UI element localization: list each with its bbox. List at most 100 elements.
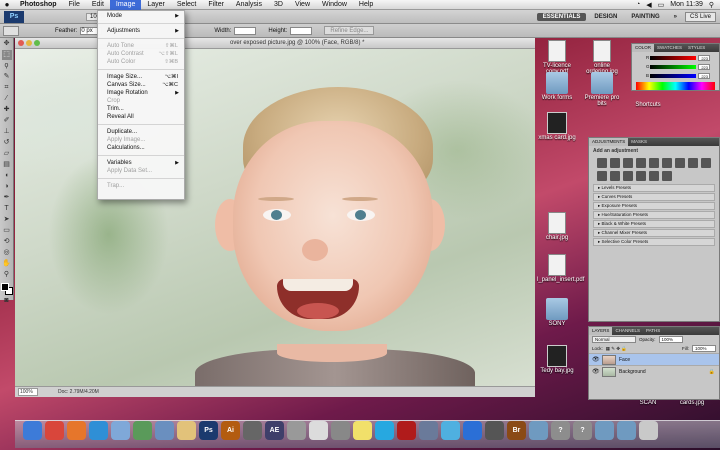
brightness-contrast-icon[interactable] (597, 158, 607, 168)
textedit-icon[interactable] (309, 421, 328, 440)
workspace-essentials-button[interactable]: ESSENTIALS (536, 12, 587, 21)
trash-icon[interactable] (639, 421, 658, 440)
green-slider[interactable] (650, 64, 696, 69)
tab-color[interactable]: COLOR (632, 44, 655, 52)
stack-folder-icon[interactable] (529, 421, 548, 440)
vibrance-icon[interactable] (649, 158, 659, 168)
desktop-file-tedy-bay[interactable]: Tedy bay.jpg (537, 345, 577, 374)
color-swatches[interactable] (0, 283, 13, 295)
fill-field[interactable]: 100% (692, 345, 716, 352)
red-value-field[interactable]: 223 (698, 54, 710, 61)
healing-brush-tool-icon[interactable]: ✚ (2, 105, 12, 115)
desktop-file-panel-insert[interactable]: l_panel_insert.pdf (537, 254, 584, 283)
exposure-icon[interactable] (636, 158, 646, 168)
photo-filter-icon[interactable] (701, 158, 711, 168)
downloads-icon[interactable] (595, 421, 614, 440)
quick-mask-icon[interactable]: ◙ (2, 296, 12, 306)
document-title-bar[interactable]: over exposed picture.jpg @ 100% (Face, R… (15, 38, 535, 49)
threshold-icon[interactable] (636, 171, 646, 181)
tab-paths[interactable]: PATHS (643, 327, 663, 335)
3d-rotate-tool-icon[interactable]: ⟲ (2, 237, 12, 247)
layer-row-background[interactable]: 👁 Background 🔒 (589, 365, 719, 377)
eraser-tool-icon[interactable]: ▱ (2, 149, 12, 159)
visibility-eye-icon[interactable]: 👁 (592, 356, 600, 363)
after-effects-icon[interactable]: AE (265, 421, 284, 440)
refine-edge-button[interactable]: Refine Edge... (324, 26, 375, 35)
iphoto-icon[interactable] (419, 421, 438, 440)
image-menu-item-duplicate[interactable]: Duplicate... (98, 128, 184, 136)
menu-help[interactable]: Help (353, 0, 379, 10)
preset-selective-color[interactable]: Selective Color Presets (593, 238, 715, 246)
levels-icon[interactable] (610, 158, 620, 168)
marquee-tool-icon[interactable]: ⬚ (1, 50, 12, 60)
visibility-eye-icon[interactable]: 👁 (592, 368, 600, 375)
dodge-tool-icon[interactable]: ◑ (2, 182, 12, 192)
image-menu-item-canvas-size[interactable]: Canvas Size... ⌥⌘C (98, 81, 184, 89)
tab-swatches[interactable]: SWATCHES (654, 44, 685, 52)
desktop-folder-sony[interactable]: SONY (537, 298, 577, 327)
path-selection-tool-icon[interactable]: ➤ (2, 215, 12, 225)
image-menu-item-image-size[interactable]: Image Size... ⌥⌘I (98, 73, 184, 81)
3d-camera-tool-icon[interactable]: ◎ (2, 248, 12, 258)
channel-mixer-icon[interactable] (597, 171, 607, 181)
desktop-file-chair[interactable]: chair.jpg (537, 212, 577, 241)
hue-saturation-icon[interactable] (662, 158, 672, 168)
itunes-icon[interactable] (133, 421, 152, 440)
acrobat-icon[interactable] (397, 421, 416, 440)
tool-preset-picker[interactable] (3, 25, 19, 36)
tab-masks[interactable]: MASKS (628, 138, 650, 146)
documents-icon[interactable] (617, 421, 636, 440)
workspace-design-button[interactable]: DESIGN (588, 13, 623, 21)
pen-tool-icon[interactable]: ✒ (2, 193, 12, 203)
green-value-field[interactable]: 223 (698, 63, 710, 70)
curves-icon[interactable] (623, 158, 633, 168)
camera-icon[interactable] (485, 421, 504, 440)
wifi-icon[interactable]: ◔ (636, 1, 640, 8)
image-menu-item-calculations[interactable]: Calculations... (98, 144, 184, 152)
history-brush-tool-icon[interactable]: ↺ (2, 138, 12, 148)
color-slider-b[interactable]: B 223 (632, 72, 719, 79)
safari-icon[interactable] (89, 421, 108, 440)
preset-curves[interactable]: Curves Presets (593, 193, 715, 201)
menu-photoshop[interactable]: Photoshop (14, 0, 63, 10)
chrome-icon[interactable] (45, 421, 64, 440)
system-prefs-icon[interactable] (287, 421, 306, 440)
color-spectrum-bar[interactable] (636, 82, 715, 90)
search-icon[interactable]: ⚲ (709, 1, 714, 9)
tab-channels[interactable]: CHANNELS (612, 327, 643, 335)
preset-levels[interactable]: Levels Presets (593, 184, 715, 192)
color-slider-g[interactable]: G 223 (632, 63, 719, 70)
workspace-more-button[interactable]: » (668, 13, 683, 21)
blue-slider[interactable] (650, 73, 696, 78)
blur-tool-icon[interactable]: ◖ (2, 171, 12, 181)
image-canvas[interactable] (15, 49, 535, 386)
music-icon[interactable] (441, 421, 460, 440)
menu-select[interactable]: Select (171, 0, 202, 10)
lock-icons[interactable]: ▦ ✎ ✥ 🔒 (606, 346, 627, 352)
status-zoom-field[interactable]: 100% (18, 388, 38, 396)
volume-icon[interactable]: ◀ (646, 1, 651, 9)
gradient-map-icon[interactable] (649, 171, 659, 181)
desktop-folder-premiere[interactable]: Premiere pro bits (582, 72, 622, 107)
layer-row-face[interactable]: 👁 Face (589, 353, 719, 365)
shape-tool-icon[interactable]: ▭ (2, 226, 12, 236)
image-menu-item-mode[interactable]: Mode ▶ (98, 12, 184, 20)
lasso-tool-icon[interactable]: ϙ (2, 61, 12, 71)
notes-icon[interactable] (177, 421, 196, 440)
apple-menu-icon[interactable]: ● (0, 0, 14, 9)
vectorworks-icon[interactable] (243, 421, 262, 440)
hand-tool-icon[interactable]: ✋ (2, 259, 12, 269)
color-balance-icon[interactable] (675, 158, 685, 168)
image-menu-item-image-rotation[interactable]: Image Rotation ▶ (98, 89, 184, 97)
black-white-icon[interactable] (688, 158, 698, 168)
menu-file[interactable]: File (63, 0, 86, 10)
posterize-icon[interactable] (623, 171, 633, 181)
help-icon-2[interactable]: ? (573, 421, 592, 440)
photoshop-icon[interactable]: Ps (199, 421, 218, 440)
image-menu-item-variables[interactable]: Variables ▶ (98, 159, 184, 167)
preset-exposure[interactable]: Exposure Presets (593, 202, 715, 210)
desktop-file-shortcuts[interactable]: Shortcuts (628, 102, 668, 108)
document-size-info[interactable]: Doc: 2.79M/4.20M (58, 389, 99, 395)
preset-channel-mixer[interactable]: Channel Mixer Presets (593, 229, 715, 237)
cs-live-button[interactable]: CS Live (684, 11, 716, 22)
